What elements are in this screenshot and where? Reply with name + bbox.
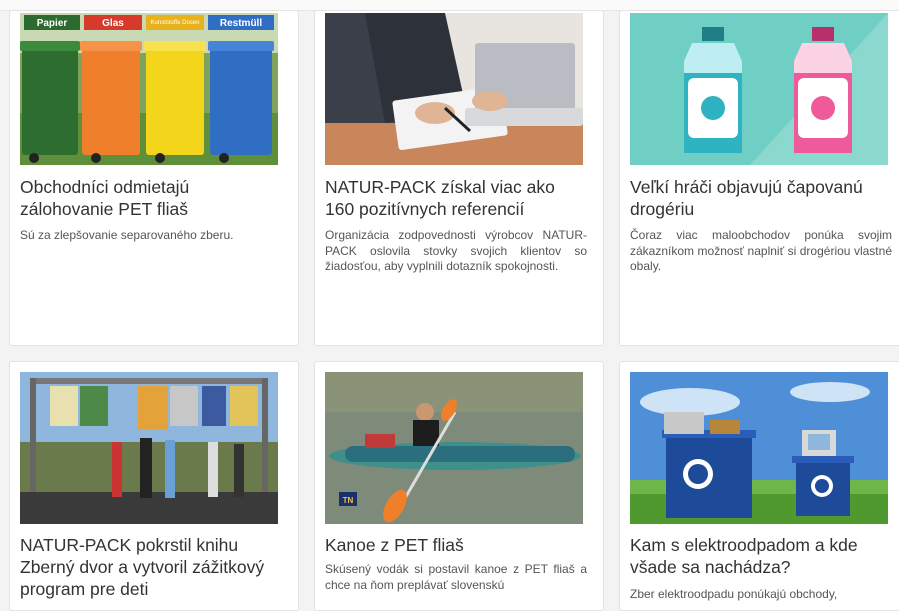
article-description: Zber elektroodpadu ponúkajú obchody, <box>630 587 838 601</box>
article-card-recycling-bins[interactable]: Papier Glas Kunststoffe Dosen Restmüll O… <box>9 10 299 346</box>
article-image-stage-event[interactable] <box>20 372 278 524</box>
bin-label-restmuell: Restmüll <box>220 18 262 29</box>
article-title[interactable]: Kam s elektroodpadom a kde všade sa nach… <box>630 534 892 578</box>
article-description: Čoraz viac maloobchodov ponúka svojim zá… <box>630 228 892 273</box>
article-image-businessman-laptop[interactable] <box>325 13 583 165</box>
article-title[interactable]: NATUR-PACK získal viac ako 160 pozitívny… <box>325 176 587 220</box>
article-title[interactable]: Veľkí hráči objavujú čapovanú drogériu <box>630 176 892 220</box>
article-description: Skúsený vodák si postavil kanoe z PET fl… <box>325 562 587 592</box>
article-description: Sú za zlepšovanie separovaného zberu. <box>20 228 234 242</box>
bin-label-papier: Papier <box>37 18 68 29</box>
article-card-kniha[interactable]: NATUR-PACK pokrstil knihu Zberný dvor a … <box>9 361 299 611</box>
article-title[interactable]: Kanoe z PET fliaš <box>325 534 587 556</box>
article-card-references[interactable]: NATUR-PACK získal viac ako 160 pozitívny… <box>314 10 604 346</box>
article-title[interactable]: Obchodníci odmietajú zálohovanie PET fli… <box>20 176 282 220</box>
tv-logo-label: TN <box>343 496 354 505</box>
bin-label-kunststoffe: Kunststoffe Dosen <box>151 20 200 26</box>
article-title[interactable]: NATUR-PACK pokrstil knihu Zberný dvor a … <box>20 534 282 600</box>
article-image-recycling-bins[interactable]: Papier Glas Kunststoffe Dosen Restmüll <box>20 13 278 165</box>
article-image-ewaste-bins[interactable] <box>630 372 888 524</box>
article-card-kanoe[interactable]: TN Kanoe z PET fliaš Skúsený vodák si po… <box>314 361 604 611</box>
bin-label-glas: Glas <box>102 18 124 29</box>
article-description: Organizácia zodpovednosti výrobcov NATUR… <box>325 228 587 273</box>
article-image-detergent-bottles[interactable] <box>630 13 888 165</box>
article-card-elektroodpad[interactable]: Kam s elektroodpadom a kde všade sa nach… <box>619 361 899 611</box>
article-image-pet-canoe[interactable]: TN <box>325 372 583 524</box>
article-card-drogeria[interactable]: Veľkí hráči objavujú čapovanú drogériu Č… <box>619 10 899 346</box>
